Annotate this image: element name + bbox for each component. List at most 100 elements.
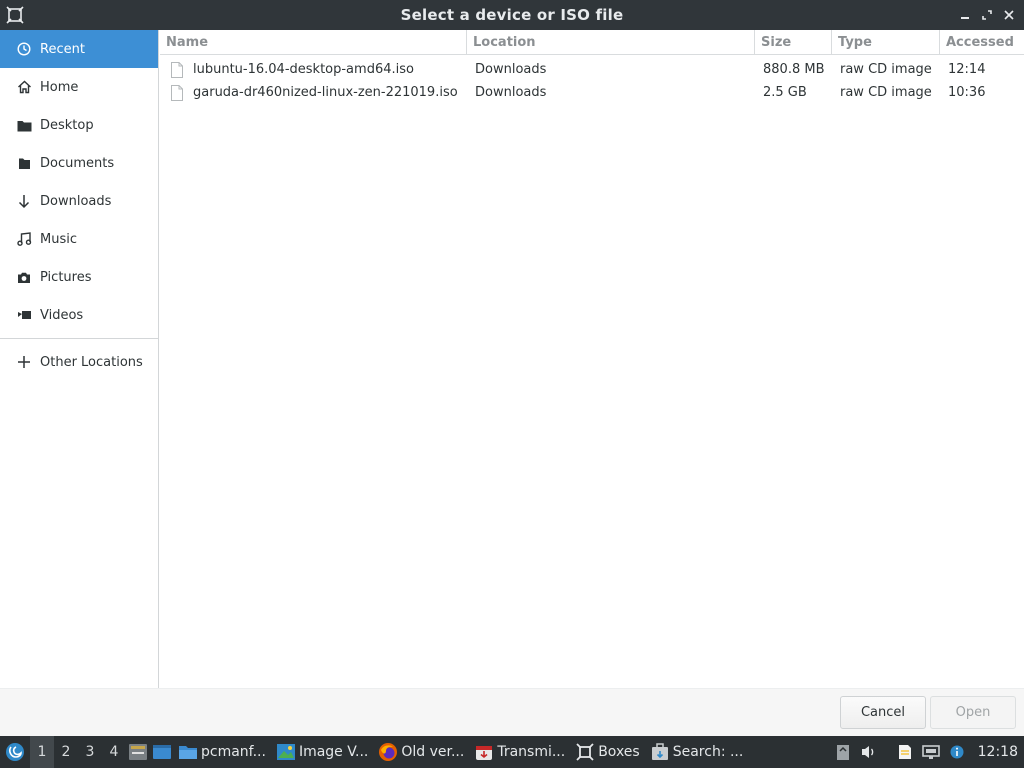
file-type: raw CD image: [840, 85, 932, 100]
column-header-row: Name Location Size Type Accessed: [160, 30, 1024, 55]
desktop-2[interactable]: 2: [54, 736, 78, 768]
sidebar-item-label: Recent: [40, 41, 85, 57]
file-name: garuda-dr460nized-linux-zen-221019.iso: [193, 85, 458, 100]
minimize-button[interactable]: [958, 6, 972, 24]
sidebar-item-other-locations[interactable]: Other Locations: [0, 343, 158, 381]
window-icon: [153, 745, 171, 759]
video-icon: [15, 306, 33, 324]
sidebar-item-label: Desktop: [40, 117, 94, 133]
clipboard-manager-button[interactable]: [892, 736, 918, 768]
sidebar-item-videos[interactable]: Videos: [0, 296, 158, 334]
task-pcmanfm[interactable]: pcmanf...: [174, 736, 272, 768]
file-list: Name Location Size Type Accessed lubuntu…: [160, 30, 1024, 688]
column-header-location[interactable]: Location: [467, 30, 755, 54]
folder-icon: [178, 742, 198, 762]
open-button[interactable]: Open: [930, 696, 1016, 729]
file-row[interactable]: garuda-dr460nized-linux-zen-221019.iso D…: [160, 81, 1024, 104]
column-header-accessed[interactable]: Accessed: [940, 30, 1024, 54]
desktop-1[interactable]: 1: [30, 736, 54, 768]
task-image-viewer[interactable]: Image V...: [272, 736, 374, 768]
close-icon: [1004, 10, 1014, 20]
desktop-4[interactable]: 4: [102, 736, 126, 768]
desktop-3[interactable]: 3: [78, 736, 102, 768]
window-title: Select a device or ISO file: [400, 6, 624, 24]
info-icon: [950, 745, 964, 759]
file-name-cell: garuda-dr460nized-linux-zen-221019.iso: [160, 84, 467, 101]
plus-icon: [15, 353, 33, 371]
places-sidebar: Recent Home Desktop Documents Downloads …: [0, 30, 159, 688]
window-switch-button[interactable]: [150, 736, 174, 768]
volume-icon: [861, 746, 873, 758]
sidebar-item-label: Home: [40, 79, 79, 95]
task-label: Image V...: [298, 744, 369, 760]
task-label: Transmi...: [497, 744, 566, 760]
file-type: raw CD image: [840, 62, 932, 77]
sidebar-item-pictures[interactable]: Pictures: [0, 258, 158, 296]
notes-icon: [898, 745, 911, 759]
download-arrow-icon: [15, 192, 33, 210]
volume-button[interactable]: [856, 736, 882, 768]
task-transmission[interactable]: Transmi...: [470, 736, 571, 768]
file-accessed: 10:36: [948, 85, 986, 100]
sidebar-separator: [0, 338, 158, 339]
task-label: Search: ...: [672, 744, 744, 760]
sidebar-item-recent[interactable]: Recent: [0, 30, 158, 68]
system-tray: 12:18: [830, 736, 1024, 768]
file-name-cell: lubuntu-16.04-desktop-amd64.iso: [160, 61, 467, 78]
file-icon: [171, 84, 183, 101]
document-icon: [15, 154, 33, 172]
transmission-icon: [474, 742, 494, 762]
boxes-icon: [575, 742, 595, 762]
network-button[interactable]: [918, 736, 944, 768]
show-desktop-icon: [129, 744, 147, 760]
sidebar-item-label: Documents: [40, 155, 115, 171]
minimize-icon: [961, 17, 969, 19]
firefox-icon: [378, 742, 398, 762]
sidebar-item-label: Music: [40, 231, 77, 247]
maximize-icon: [982, 10, 992, 20]
task-boxes[interactable]: Boxes: [571, 736, 646, 768]
task-label: pcmanf...: [201, 744, 266, 760]
task-search[interactable]: Search: ...: [646, 736, 750, 768]
file-accessed: 12:14: [948, 62, 986, 77]
sidebar-item-desktop[interactable]: Desktop: [0, 106, 158, 144]
file-icon: [171, 61, 183, 78]
window-titlebar[interactable]: Select a device or ISO file: [0, 0, 1024, 30]
dialog-action-bar: Cancel Open: [0, 688, 1024, 736]
file-name: lubuntu-16.04-desktop-amd64.iso: [193, 62, 414, 77]
start-menu-button[interactable]: [0, 736, 30, 768]
clock-icon: [15, 40, 33, 58]
updates-button[interactable]: [944, 736, 970, 768]
home-icon: [15, 78, 33, 96]
maximize-button[interactable]: [980, 6, 994, 24]
task-label: Old ver...: [401, 744, 465, 760]
image-viewer-icon: [276, 742, 296, 762]
column-header-size[interactable]: Size: [755, 30, 832, 54]
folder-icon: [15, 116, 33, 134]
sidebar-item-music[interactable]: Music: [0, 220, 158, 258]
show-desktop-button[interactable]: [126, 736, 150, 768]
sidebar-item-label: Other Locations: [40, 354, 143, 370]
column-header-name[interactable]: Name: [160, 30, 467, 54]
file-location: Downloads: [475, 85, 547, 100]
file-size: 2.5 GB: [763, 85, 807, 100]
sidebar-item-label: Downloads: [40, 193, 112, 209]
boxes-app-icon: [6, 6, 24, 24]
network-icon: [921, 745, 940, 759]
tray-spacer: [882, 736, 892, 768]
cancel-button[interactable]: Cancel: [840, 696, 926, 729]
taskbar: 1 2 3 4 pcmanf... Image V... Old ver... …: [0, 736, 1024, 768]
file-size: 880.8 MB: [763, 62, 825, 77]
task-label: Boxes: [598, 744, 640, 760]
clock[interactable]: 12:18: [970, 744, 1024, 760]
sidebar-item-documents[interactable]: Documents: [0, 144, 158, 182]
sidebar-item-downloads[interactable]: Downloads: [0, 182, 158, 220]
sidebar-item-label: Videos: [40, 307, 84, 323]
task-firefox[interactable]: Old ver...: [374, 736, 470, 768]
close-button[interactable]: [1002, 6, 1016, 24]
clipboard-icon: [836, 745, 849, 760]
file-row[interactable]: lubuntu-16.04-desktop-amd64.iso Download…: [160, 58, 1024, 81]
tray-notes-button[interactable]: [830, 736, 856, 768]
sidebar-item-home[interactable]: Home: [0, 68, 158, 106]
column-header-type[interactable]: Type: [832, 30, 940, 54]
